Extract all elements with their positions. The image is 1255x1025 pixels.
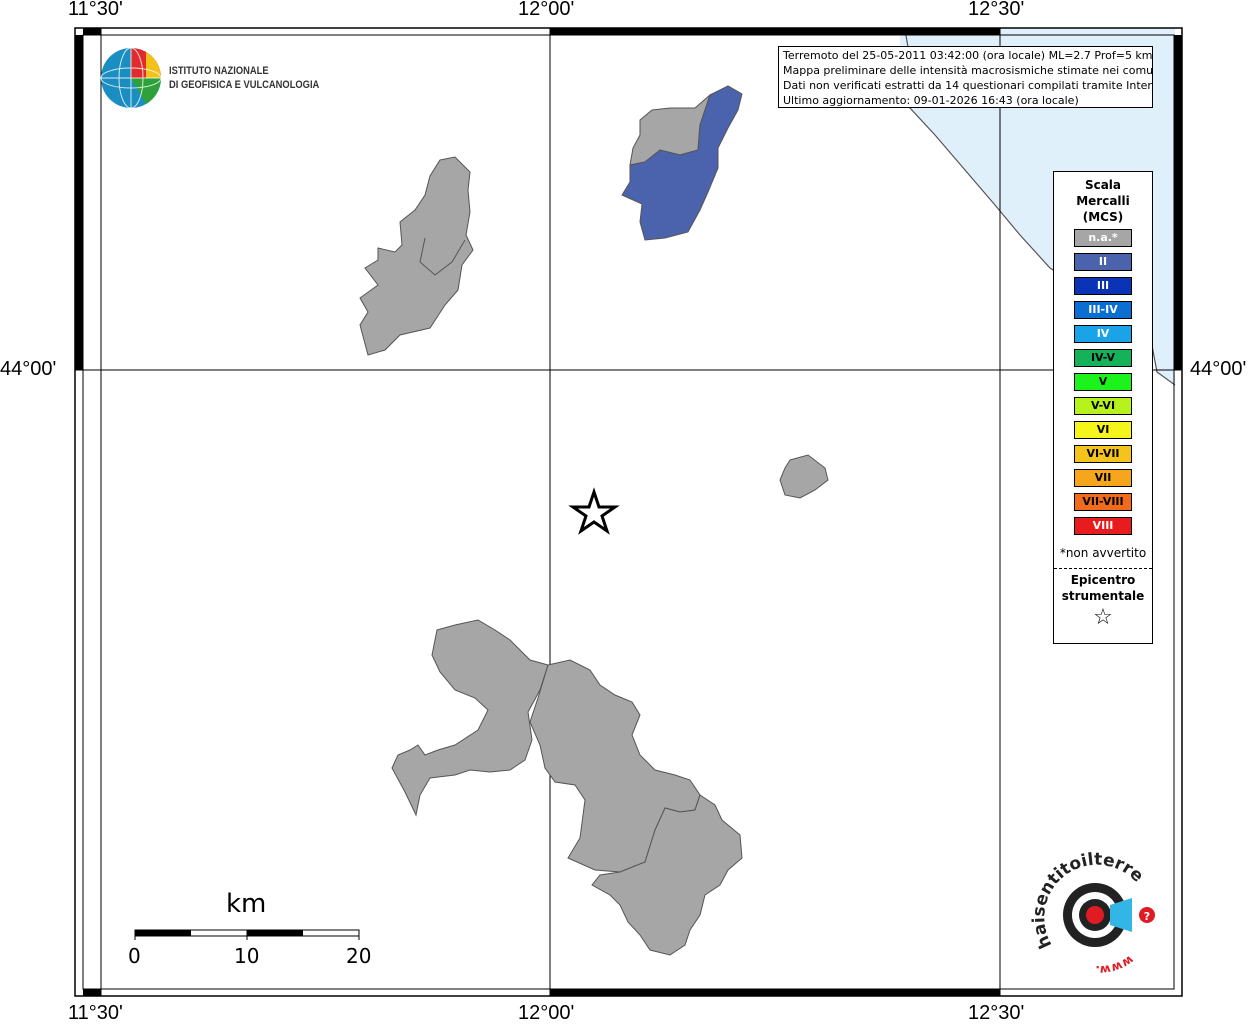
info-line-1: Terremoto del 25-05-2011 03:42:00 (ora l… xyxy=(783,49,1153,62)
legend-title-line2: Mercalli xyxy=(1076,194,1130,208)
municipality-na-east-small xyxy=(779,454,829,499)
scale-bar-unit: km xyxy=(226,889,267,919)
scale-label-0: 0 xyxy=(128,944,141,968)
ingv-logo-line2: DI GEOFISICA E VULCANOLOGIA xyxy=(169,79,320,91)
legend-swatch: IV-V xyxy=(1074,349,1132,367)
legend-swatch: VII xyxy=(1074,469,1132,487)
legend-swatch: V-VI xyxy=(1074,397,1132,415)
tick-lon-bottom-right: 12°30' xyxy=(968,1002,1025,1024)
tick-lon-bottom-left: 11°30' xyxy=(68,1002,123,1024)
info-line-3: Dati non verificati estratti da 14 quest… xyxy=(783,79,1153,92)
tick-lon-top-right: 12°30' xyxy=(968,0,1025,20)
scale-label-10: 10 xyxy=(234,944,260,968)
tick-lon-bottom-mid: 12°00' xyxy=(518,1002,575,1024)
legend-swatch: n.a.* xyxy=(1074,229,1132,247)
hsit-www-text: www. xyxy=(1095,953,1136,978)
epicentre-star-icon xyxy=(568,487,620,535)
tick-lon-top-mid: 12°00' xyxy=(518,0,575,20)
legend-swatch: III-IV xyxy=(1074,301,1132,319)
legend-swatch: V xyxy=(1074,373,1132,391)
legend-swatch: III xyxy=(1074,277,1132,295)
scale-label-20: 20 xyxy=(346,944,372,968)
legend-swatch: VII-VIII xyxy=(1074,493,1132,511)
info-line-4: Ultimo aggiornamento: 09-01-2026 16:43 (… xyxy=(783,94,1079,107)
svg-text:www.: www. xyxy=(1095,953,1136,978)
legend-swatch: VIII xyxy=(1074,517,1132,535)
legend-divider xyxy=(1054,568,1152,569)
legend-swatch: VI-VII xyxy=(1074,445,1132,463)
tick-lat-left: 44°00' xyxy=(0,358,57,380)
svg-text:?: ? xyxy=(1144,910,1150,923)
legend-note: *non avvertito xyxy=(1059,546,1147,560)
legend-title: Scala Mercalli (MCS) xyxy=(1054,177,1152,225)
legend-star-icon: ☆ xyxy=(1093,605,1113,630)
tick-lon-top-left: 11°30' xyxy=(68,0,123,20)
legend-epicentre-line1: Epicentro xyxy=(1070,573,1136,587)
legend-epicentre-label: Epicentro strumentale ☆ xyxy=(1054,572,1152,630)
ingv-logo-text: ISTITUTO NAZIONALE DI GEOFISICA E VULCAN… xyxy=(169,64,319,92)
legend-swatch: VI xyxy=(1074,421,1132,439)
municipality-na-south-west xyxy=(391,619,549,817)
legend-swatch: IV xyxy=(1074,325,1132,343)
tick-lat-right: 44°00' xyxy=(1190,358,1247,380)
legend-title-line3: (MCS) xyxy=(1082,210,1124,224)
legend-swatch: II xyxy=(1074,253,1132,271)
legend-title-line1: Scala xyxy=(1084,178,1122,192)
ingv-globe-icon xyxy=(100,47,162,109)
legend-epicentre-line2: strumentale xyxy=(1061,589,1145,603)
info-line-2: Mappa preliminare delle intensità macros… xyxy=(783,64,1153,77)
ingv-logo-line1: ISTITUTO NAZIONALE xyxy=(169,65,269,77)
event-info-box: Terremoto del 25-05-2011 03:42:00 (ora l… xyxy=(778,46,1153,108)
mcs-legend: Scala Mercalli (MCS) n.a.* II III III-IV IV I… xyxy=(1053,171,1153,644)
scale-bar xyxy=(134,929,360,940)
